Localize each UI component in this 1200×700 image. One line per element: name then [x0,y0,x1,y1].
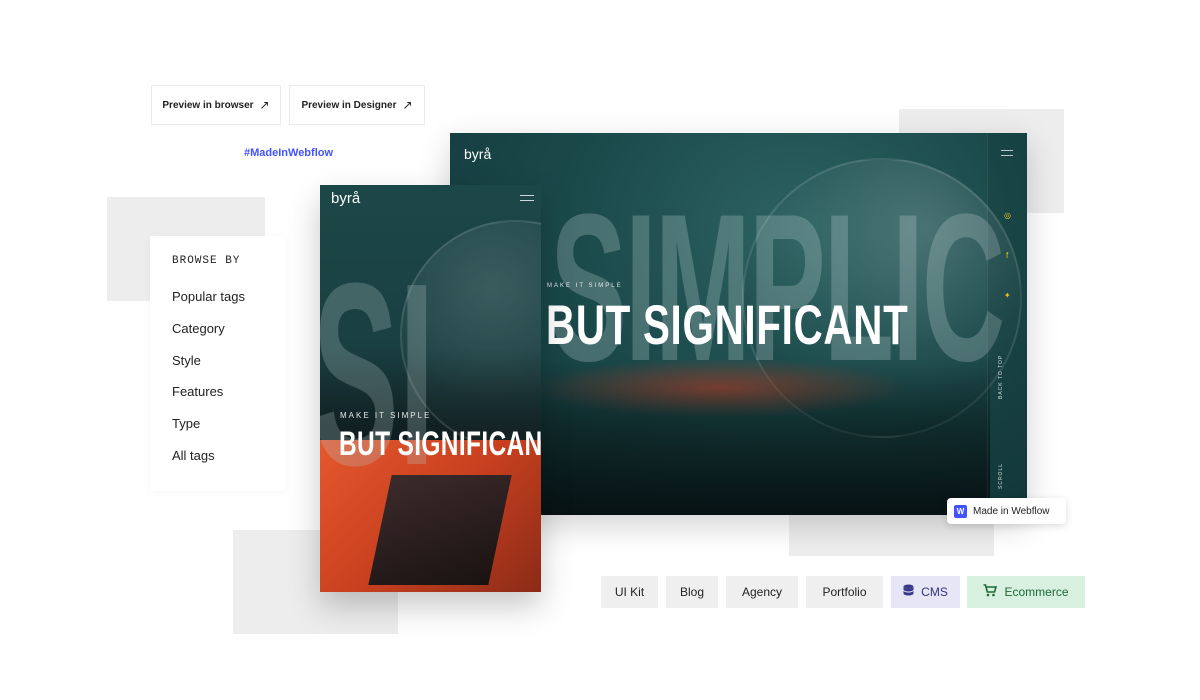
desktop-headline: BUT SIGNIFICANT [546,293,909,356]
browse-item-type[interactable]: Type [172,416,285,448]
tag-ui-kit[interactable]: UI Kit [601,576,658,608]
tag-blog[interactable]: Blog [666,576,718,608]
browse-item-style[interactable]: Style [172,353,285,385]
tag-label: Agency [741,585,783,599]
browse-by-panel: BROWSE BY Popular tags Category Style Fe… [150,236,285,491]
webflow-logo-icon: W [954,504,967,518]
tag-label: Blog [679,585,705,599]
browse-by-list: Popular tags Category Style Features Typ… [172,289,285,480]
external-arrow-icon: ↗ [402,98,413,112]
tag-agency[interactable]: Agency [726,576,798,608]
desktop-eyebrow: MAKE IT SIMPLE [547,283,623,289]
tag-label: UI Kit [614,585,645,599]
browse-by-title: BROWSE BY [172,255,241,267]
browse-item-all-tags[interactable]: All tags [172,448,285,480]
browse-item-features[interactable]: Features [172,384,285,416]
tag-portfolio[interactable]: Portfolio [806,576,883,608]
browse-item-category[interactable]: Category [172,321,285,353]
tag-label: CMS [921,585,948,599]
database-icon [903,584,914,600]
twitter-icon: ✦ [1004,291,1011,300]
browse-item-popular-tags[interactable]: Popular tags [172,289,285,321]
made-in-webflow-badge[interactable]: W Made in Webflow [947,498,1066,524]
external-arrow-icon: ↗ [259,98,270,112]
tag-ecommerce[interactable]: Ecommerce [967,576,1085,608]
tag-label: Portfolio [822,585,867,599]
scroll-label: SCROLL [998,462,1004,489]
cart-icon [983,584,998,600]
back-to-top-label: BACK TO TOP [998,354,1004,399]
facebook-icon: f [1006,251,1009,260]
tag-cms[interactable]: CMS [891,576,960,608]
hamburger-menu-icon [520,195,534,201]
made-in-webflow-label: Made in Webflow [973,505,1050,517]
mobile-headline: BUT SIGNIFICANT [339,425,541,463]
instagram-icon: ◎ [1004,211,1011,220]
mobile-preview-screenshot: SI byrå MAKE IT SIMPLE BUT SIGNIFICANT [320,185,541,592]
made-in-webflow-hashtag-link[interactable]: #MadeInWebflow [244,147,333,159]
preview-in-designer-label: Preview in Designer [301,99,397,111]
tag-label: Ecommerce [1004,585,1069,599]
desktop-side-rail [987,133,1027,515]
desktop-brand-logo: byrå [464,146,492,162]
mobile-brand-logo: byrå [331,190,361,207]
preview-in-browser-label: Preview in browser [162,99,254,111]
mobile-eyebrow: MAKE IT SIMPLE [340,411,432,420]
preview-in-browser-button[interactable]: Preview in browser ↗ [151,85,281,125]
preview-in-designer-button[interactable]: Preview in Designer ↗ [289,85,425,125]
